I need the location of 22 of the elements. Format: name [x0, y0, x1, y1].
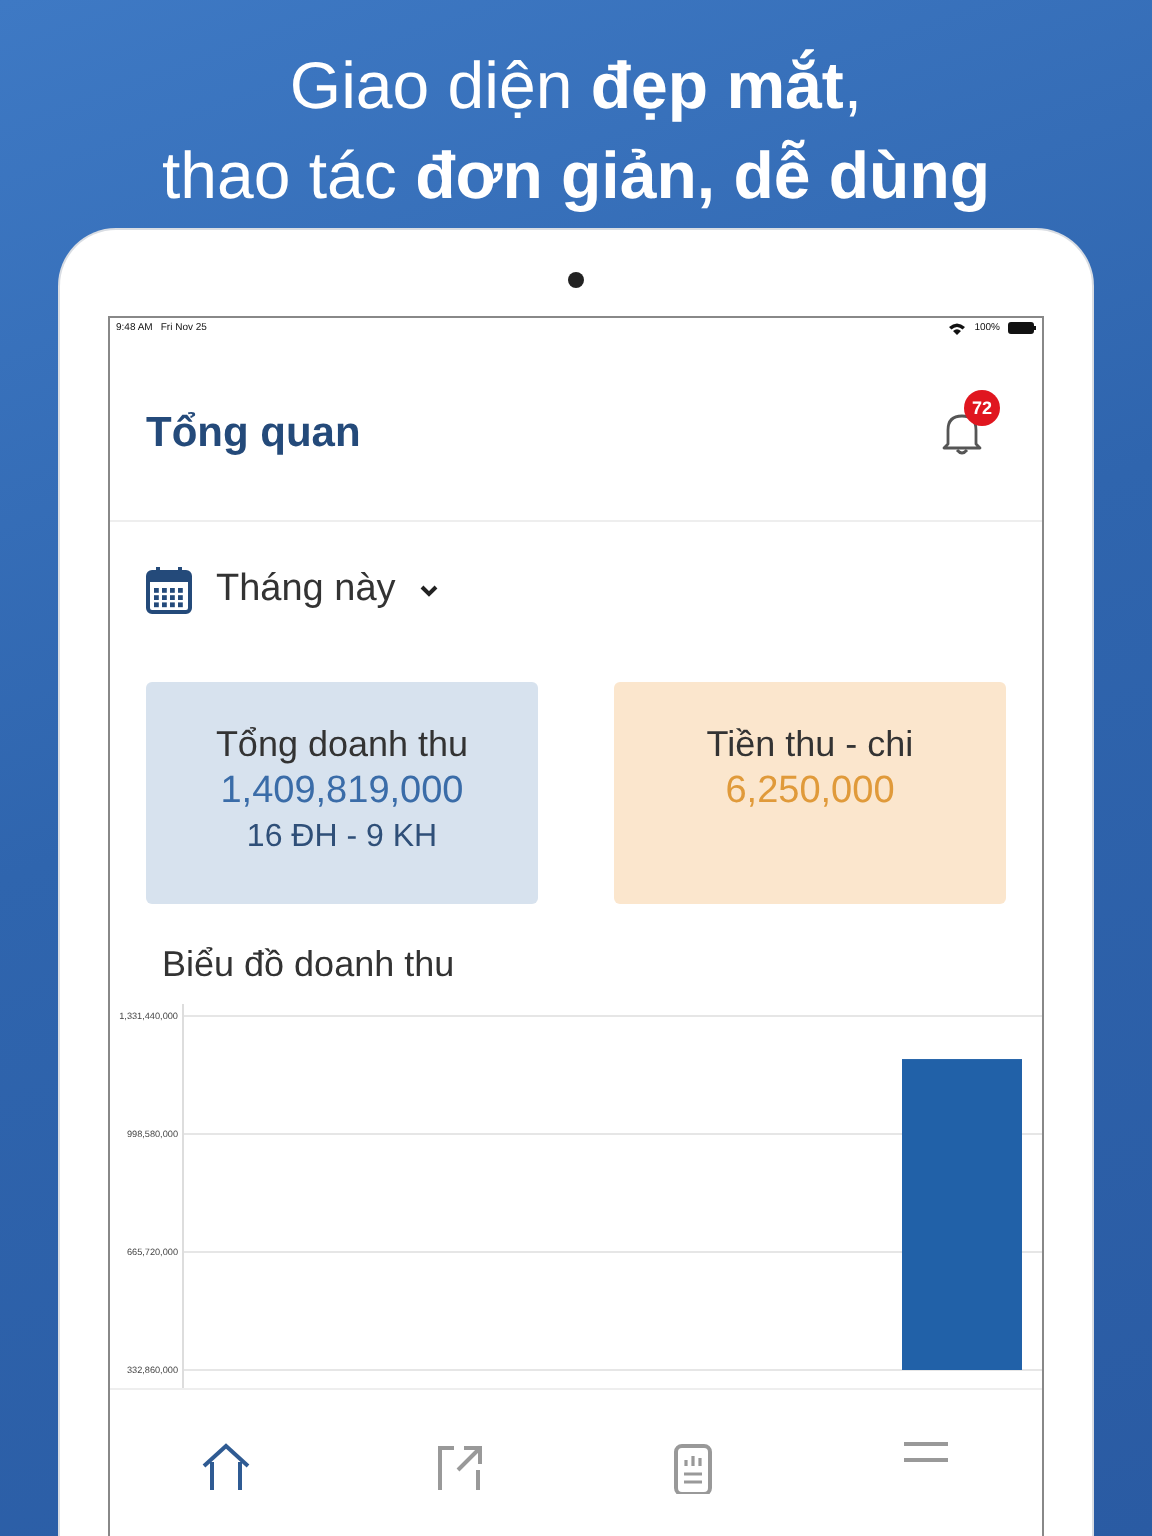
chart-title: Biểu đồ doanh thu — [160, 942, 457, 988]
card-title: Tiền thu - chi — [706, 722, 914, 768]
export-icon — [433, 1442, 486, 1494]
card-title: Tổng doanh thu — [215, 722, 469, 768]
menu-icon — [901, 1442, 950, 1462]
camera-dot — [568, 272, 584, 288]
headline-text: Giao diện đẹp mắt, — [289, 46, 863, 126]
period-dropdown[interactable]: Tháng này — [110, 522, 474, 658]
headline-text: thao tác đơn giản, dễ dùng — [161, 136, 991, 216]
page-title: Tổng quan — [146, 409, 361, 457]
card-value: 6,250,000 — [725, 768, 895, 816]
card-value: 1,409,819,000 — [220, 768, 464, 816]
card-detail: 16 ĐH - 9 KH — [246, 818, 438, 858]
calendar-icon — [146, 566, 192, 614]
battery-icon — [1008, 322, 1036, 334]
wifi-icon — [948, 321, 967, 335]
summary-card[interactable]: Tiền thu - chi 6,250,000 — [614, 682, 1006, 904]
summary-card[interactable]: Tổng doanh thu 1,409,819,000 16 ĐH - 9 KH — [146, 682, 538, 904]
notification-button[interactable]: 72 — [938, 389, 1002, 457]
home-icon — [200, 1442, 253, 1494]
notification-badge: 72 — [964, 389, 1000, 425]
chevron-icon — [419, 583, 438, 597]
